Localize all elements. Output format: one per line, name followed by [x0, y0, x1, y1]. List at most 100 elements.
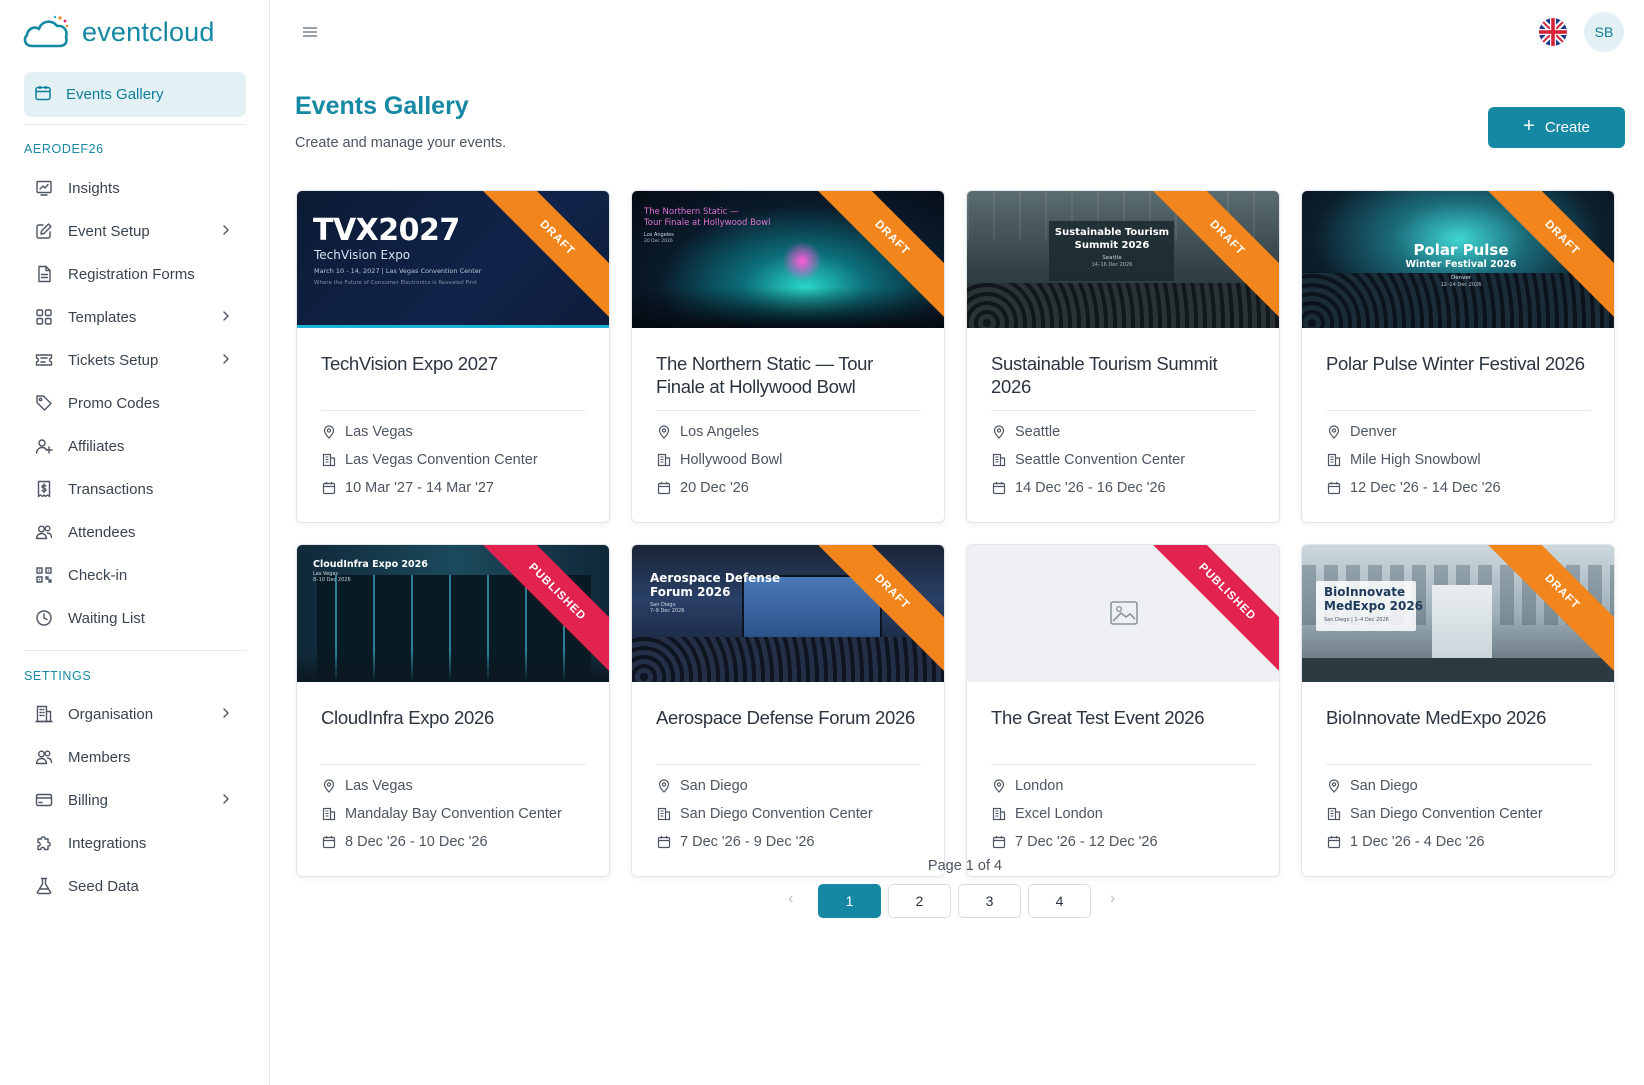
building-icon [321, 452, 337, 468]
sidebar-item-affiliates[interactable]: Affiliates [24, 426, 246, 466]
divider [1326, 764, 1591, 765]
cover-title: The Northern Static — [644, 207, 739, 217]
chevron-right-icon [220, 352, 232, 370]
location-pin-icon [991, 778, 1007, 794]
sidebar-item-event-setup[interactable]: Event Setup [24, 211, 246, 251]
event-title[interactable]: Sustainable Tourism Summit 2026 [991, 352, 1261, 398]
sidebar-item-check-in[interactable]: Check-in [24, 555, 246, 595]
location-pin-icon [321, 778, 337, 794]
event-title[interactable]: The Great Test Event 2026 [991, 706, 1261, 729]
location-pin-icon [1326, 424, 1342, 440]
status-ribbon: PUBLISHED [472, 545, 609, 682]
event-card[interactable]: Sustainable Tourism Summit 2026 Seattle … [966, 190, 1280, 523]
event-card[interactable]: Polar Pulse Winter Festival 2026 Denver … [1301, 190, 1615, 523]
sidebar-item-templates[interactable]: Templates [24, 297, 246, 337]
next-page-button[interactable]: › [1110, 890, 1115, 908]
event-venue: Mile High Snowbowl [1326, 452, 1481, 468]
clock-icon [34, 608, 54, 628]
event-card[interactable]: CloudInfra Expo 2026 Las Vegas 8–10 Dec … [296, 544, 610, 877]
location-pin-icon [1326, 778, 1342, 794]
sidebar-item-attendees[interactable]: Attendees [24, 512, 246, 552]
menu-toggle-button[interactable] [300, 22, 320, 42]
qr-icon [34, 565, 54, 585]
status-badge: PUBLISHED [1142, 545, 1279, 682]
users-icon [34, 747, 54, 767]
cover-detail: San Diego | 1–4 Dec 2026 [1324, 617, 1389, 623]
page-subtitle: Create and manage your events. [295, 135, 507, 151]
event-venue-text: Mandalay Bay Convention Center [345, 806, 562, 822]
card-icon [34, 790, 54, 810]
event-venue: Mandalay Bay Convention Center [321, 806, 562, 822]
page-indicator: Page 1 of 4 [927, 858, 1003, 874]
cover-tagline: Where the Future of Consumer Electronics… [314, 280, 478, 286]
event-city: Las Vegas [321, 424, 413, 440]
cover-title: CloudInfra Expo 2026 [313, 559, 428, 570]
event-dates: 14 Dec '26 - 16 Dec '26 [991, 480, 1166, 496]
event-title[interactable]: BioInnovate MedExpo 2026 [1326, 706, 1596, 729]
event-dates-text: 10 Mar '27 - 14 Mar '27 [345, 480, 494, 496]
user-avatar[interactable]: SB [1584, 12, 1624, 52]
sidebar-item-promo-codes[interactable]: Promo Codes [24, 383, 246, 423]
calendar-icon [321, 480, 337, 496]
sidebar-item-organisation[interactable]: Organisation [24, 694, 246, 734]
sidebar-item-members[interactable]: Members [24, 737, 246, 777]
page-button-1[interactable]: 1 [818, 884, 881, 918]
building-icon [34, 704, 54, 724]
sidebar-item-label: Integrations [68, 834, 147, 852]
event-title[interactable]: The Northern Static — Tour Finale at Hol… [656, 352, 926, 398]
sidebar-item-integrations[interactable]: Integrations [24, 823, 246, 863]
event-card[interactable]: TVX2027 TechVision Expo March 10 - 14, 2… [296, 190, 610, 523]
sidebar-item-waiting-list[interactable]: Waiting List [24, 598, 246, 638]
sidebar-item-label: Attendees [68, 523, 136, 541]
event-title[interactable]: TechVision Expo 2027 [321, 352, 591, 375]
sidebar: eventcloud Events Gallery AERODEF26 Insi… [0, 0, 270, 1085]
event-venue-text: Las Vegas Convention Center [345, 452, 538, 468]
create-button[interactable]: + Create [1488, 107, 1625, 148]
event-title[interactable]: CloudInfra Expo 2026 [321, 706, 591, 729]
sidebar-item-label: Organisation [68, 705, 154, 723]
sidebar-item-tickets-setup[interactable]: Tickets Setup [24, 340, 246, 380]
event-city: Denver [1326, 424, 1397, 440]
section-label-event: AERODEF26 [24, 142, 104, 156]
prev-page-button[interactable]: ‹ [788, 890, 793, 908]
form-icon [34, 264, 54, 284]
event-dates: 7 Dec '26 - 9 Dec '26 [656, 834, 815, 850]
calendar-icon [656, 480, 672, 496]
sidebar-item-label: Billing [68, 791, 109, 809]
sidebar-item-billing[interactable]: Billing [24, 780, 246, 820]
event-card[interactable]: Aerospace Defense Forum 2026 San Diego 7… [631, 544, 945, 877]
event-title[interactable]: Aerospace Defense Forum 2026 [656, 706, 926, 729]
event-card[interactable]: PUBLISHED The Great Test Event 2026 Lond… [966, 544, 1280, 877]
sidebar-item-transactions[interactable]: Transactions [24, 469, 246, 509]
plus-icon: + [1523, 115, 1535, 137]
event-venue-text: San Diego Convention Center [680, 806, 873, 822]
event-dates: 12 Dec '26 - 14 Dec '26 [1326, 480, 1501, 496]
page-button-4[interactable]: 4 [1028, 884, 1091, 918]
status-ribbon: DRAFT [807, 545, 944, 682]
cover-subtitle: TechVision Expo [314, 248, 411, 262]
receipt-icon [34, 479, 54, 499]
sidebar-item-label: Registration Forms [68, 265, 195, 283]
page-button-2[interactable]: 2 [888, 884, 951, 918]
cloud-logo-icon [23, 15, 69, 48]
sidebar-item-insights[interactable]: Insights [24, 168, 246, 208]
chevron-right-icon [220, 792, 232, 810]
cover-detail: Los Angeles [644, 232, 674, 238]
sidebar-item-label: Templates [68, 308, 137, 326]
sidebar-item-registration-forms[interactable]: Registration Forms [24, 254, 246, 294]
page-button-3[interactable]: 3 [958, 884, 1021, 918]
divider [991, 764, 1256, 765]
logo[interactable]: eventcloud [22, 12, 215, 52]
sidebar-item-events-gallery[interactable]: Events Gallery [24, 72, 246, 117]
sidebar-item-label: Events Gallery [66, 86, 164, 103]
location-pin-icon [991, 424, 1007, 440]
location-pin-icon [321, 424, 337, 440]
event-card[interactable]: BioInnovate MedExpo 2026 San Diego | 1–4… [1301, 544, 1615, 877]
event-card[interactable]: The Northern Static — Tour Finale at Hol… [631, 190, 945, 523]
uk-flag-icon[interactable] [1539, 18, 1567, 46]
event-city: Seattle [991, 424, 1060, 440]
event-title[interactable]: Polar Pulse Winter Festival 2026 [1326, 352, 1596, 375]
chevron-left-icon: ‹ [788, 890, 794, 907]
sidebar-item-label: Transactions [68, 480, 154, 498]
event-venue-text: Hollywood Bowl [680, 452, 783, 468]
